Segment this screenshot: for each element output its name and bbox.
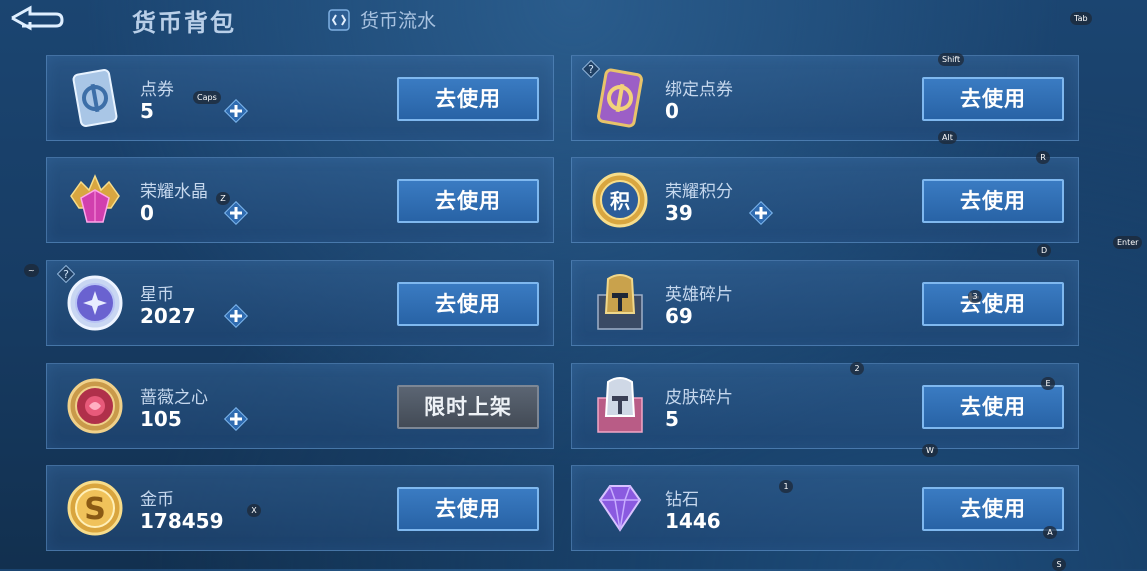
key-hint-tilde: ~	[24, 264, 39, 277]
key-hint-2: 2	[850, 362, 864, 375]
key-hint-a: A	[1043, 526, 1057, 539]
key-hint-alt: Alt	[938, 131, 957, 144]
glory-crystal-icon	[70, 174, 120, 223]
currency-name: 钻石	[665, 490, 699, 510]
currency-name: 星币	[140, 285, 174, 305]
key-hint-enter: Enter	[1113, 236, 1143, 249]
gold-coin-icon: S	[67, 480, 123, 536]
currency-name: 蔷薇之心	[140, 388, 208, 408]
use-star-coin-button[interactable]: 去使用	[397, 282, 539, 326]
currency-name: 金币	[140, 490, 174, 510]
currency-card-hero-fragment: 英雄碎片 69 去使用	[571, 260, 1079, 346]
key-hint-e: E	[1041, 377, 1055, 390]
glory-points-coin-icon: 积	[592, 172, 648, 228]
use-glory-crystal-button[interactable]: 去使用	[397, 179, 539, 223]
add-rose-heart-button[interactable]	[223, 406, 249, 432]
currency-name: 英雄碎片	[665, 285, 733, 305]
currency-card-skin-fragment: 皮肤碎片 5 去使用	[571, 363, 1079, 449]
star-coin-icon	[67, 275, 123, 331]
use-glory-points-button[interactable]: 去使用	[922, 179, 1064, 223]
back-arrow-icon	[11, 5, 64, 31]
add-star-coin-button[interactable]	[223, 303, 249, 329]
key-hint-3: 3	[968, 290, 982, 303]
use-skin-fragment-button[interactable]: 去使用	[922, 385, 1064, 429]
key-hint-d: D	[1037, 244, 1052, 257]
currency-card-glory-crystal: 荣耀水晶 0 去使用	[46, 157, 554, 243]
currency-amount: 5	[140, 99, 154, 123]
currency-amount: 105	[140, 407, 182, 431]
use-diamond-button[interactable]: 去使用	[922, 487, 1064, 531]
add-glory-points-button[interactable]	[748, 200, 774, 226]
use-voucher-button[interactable]: 去使用	[397, 77, 539, 121]
key-hint-caps: Caps	[193, 91, 221, 104]
blue-voucher-card-icon	[72, 69, 118, 127]
currency-card-bound-voucher: ? 绑定点券 0 去使用	[571, 55, 1079, 141]
currency-flow-tab[interactable]: 货币流水	[326, 6, 436, 33]
currency-flow-label: 货币流水	[360, 10, 437, 32]
currency-card-diamond: 钻石 1446 去使用	[571, 465, 1079, 551]
currency-amount: 1446	[665, 509, 721, 533]
key-hint-x: X	[247, 504, 261, 517]
key-hint-tab: Tab	[1070, 12, 1092, 25]
key-hint-z: Z	[216, 192, 230, 205]
use-hero-fragment-button[interactable]: 去使用	[922, 282, 1064, 326]
currency-name: 荣耀水晶	[140, 182, 208, 202]
svg-text:S: S	[84, 492, 106, 527]
skin-fragment-icon	[597, 377, 643, 433]
currency-amount: 178459	[140, 509, 224, 533]
currency-card-gold-coin: S 金币 178459 去使用	[46, 465, 554, 551]
currency-name: 绑定点券	[665, 80, 733, 100]
currency-amount: 5	[665, 407, 679, 431]
use-bound-voucher-button[interactable]: 去使用	[922, 77, 1064, 121]
currency-card-voucher: 点券 5 去使用	[46, 55, 554, 141]
currency-card-star-coin: ? 星币 2027 去使用	[46, 260, 554, 346]
currency-name: 皮肤碎片	[665, 388, 733, 408]
currency-card-rose-heart: 蔷薇之心 105 限时上架	[46, 363, 554, 449]
purple-voucher-card-icon	[597, 68, 643, 128]
currency-name: 点券	[140, 80, 174, 100]
hero-fragment-icon	[597, 274, 643, 330]
limited-time-listing-button: 限时上架	[397, 385, 539, 429]
svg-text:积: 积	[610, 189, 630, 213]
page-title: 货币背包	[132, 9, 236, 37]
add-voucher-button[interactable]	[223, 98, 249, 124]
key-hint-r: R	[1036, 151, 1050, 164]
currency-amount: 0	[665, 99, 679, 123]
currency-amount: 0	[140, 201, 154, 225]
currency-name: 荣耀积分	[665, 182, 733, 202]
currency-amount: 2027	[140, 304, 196, 328]
use-gold-coin-button[interactable]: 去使用	[397, 487, 539, 531]
key-hint-shift: Shift	[938, 53, 965, 66]
currency-amount: 69	[665, 304, 693, 328]
key-hint-w: W	[922, 444, 938, 457]
key-hint-1: 1	[779, 480, 793, 493]
key-hint-s: S	[1052, 558, 1066, 571]
currency-card-glory-points: 积 荣耀积分 39 去使用	[571, 157, 1079, 243]
diamond-icon	[598, 485, 642, 532]
currency-amount: 39	[665, 201, 693, 225]
transaction-flow-icon	[328, 8, 350, 31]
rose-heart-icon	[67, 378, 123, 434]
back-button[interactable]	[8, 4, 66, 32]
